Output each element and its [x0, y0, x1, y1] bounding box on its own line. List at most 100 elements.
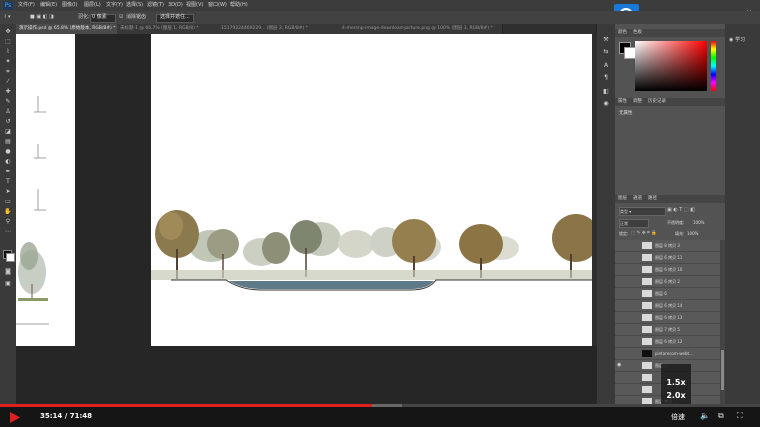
layer-row[interactable]: 图层 6 拷贝 12 [615, 336, 720, 348]
menu-select[interactable]: 选择(S) [126, 0, 143, 11]
hue-slider[interactable] [711, 41, 716, 91]
layer-row[interactable]: pintarecom-webt... [615, 348, 720, 360]
brush-tool-icon[interactable]: ✎ [4, 98, 12, 105]
layer-row[interactable]: 图层 8 拷贝 3 [615, 240, 720, 252]
screen-mode-icon[interactable]: ▣ [4, 280, 12, 287]
marquee-tool-icon[interactable]: ⬚ [4, 38, 12, 45]
menu-view[interactable]: 视图(V) [186, 0, 203, 11]
tab-swatches[interactable]: 色板 [630, 29, 645, 37]
layer-name: 图层 6 拷贝 14 [655, 303, 683, 308]
layer-row[interactable]: 图层 6 拷贝 11 [615, 252, 720, 264]
pen-tool-icon[interactable]: ✒ [4, 168, 12, 175]
fullscreen-icon[interactable]: ⛶ [737, 411, 743, 421]
feather-value: 0 像素 [92, 14, 107, 20]
speed-button[interactable]: 倍速 [671, 412, 685, 422]
speed-option-1-5x[interactable]: 1.5x [661, 376, 691, 389]
layer-thumbnail [642, 338, 652, 345]
main-document-canvas[interactable] [151, 34, 596, 346]
menu-edit[interactable]: 编辑(E) [40, 0, 57, 11]
tab-adjustments[interactable]: 调整 [630, 98, 645, 106]
tab-document-4[interactable]: 4-mersnp-image-download-picture.png @ 10… [339, 24, 503, 34]
pip-icon[interactable]: ⧉ [718, 411, 724, 421]
video-control-bar: 35:14 / 71:48 倍速 🔈 ⧉ ⛶ [0, 404, 760, 427]
layer-filter-select[interactable]: 类型 ▾ [619, 207, 666, 216]
magic-wand-icon[interactable]: ✦ [4, 58, 12, 65]
section-drawing [16, 96, 49, 325]
stamp-tool-icon[interactable]: ♙ [4, 108, 12, 115]
history-brush-icon[interactable]: ↺ [4, 118, 12, 125]
layer-row[interactable]: 图层 7 拷贝 5 [615, 324, 720, 336]
character-panel-icon[interactable]: A [602, 62, 610, 70]
lasso-tool-icon[interactable]: ⌇ [4, 48, 12, 55]
menu-type[interactable]: 文字(Y) [106, 0, 123, 11]
opacity-value[interactable]: 100% [693, 219, 704, 226]
tab-history[interactable]: 历史记录 [645, 98, 669, 106]
blend-mode-select[interactable]: 正常 [619, 219, 649, 228]
quick-mask-icon[interactable]: ◙ [4, 268, 12, 275]
layer-row[interactable]: 图层 6 拷贝 10 [615, 264, 720, 276]
menu-file[interactable]: 文件(F) [18, 0, 35, 11]
tab-channels[interactable]: 通道 [630, 195, 645, 203]
hand-tool-icon[interactable]: ✋ [4, 208, 12, 215]
toolbox: ✥ ⬚ ⌇ ✦ ⌗ ⁄ ✚ ✎ ♙ ↺ ◪ ▤ ● ◐ ✒ T ➤ ▭ ✋ ⚲ … [0, 24, 16, 404]
blur-tool-icon[interactable]: ● [4, 148, 12, 155]
tab-document-2[interactable]: 未标题-1 @ 66.7% (图层 1, RGB/8) * [117, 24, 221, 34]
more-tools-icon[interactable]: ⋯ [4, 228, 12, 235]
selection-mode-icons[interactable]: ■ ▣ ◧ ◨ [30, 11, 54, 24]
layer-name: 图层 6 拷贝 12 [655, 339, 683, 344]
tab-document-1[interactable]: 演示操作.psd @ 65.8% (原始版本, RGB/8#) * [16, 24, 120, 34]
gradient-tool-icon[interactable]: ▤ [4, 138, 12, 145]
menu-window[interactable]: 窗口(W) [208, 0, 227, 11]
playback-speed-menu: 1.5x 2.0x [661, 364, 691, 404]
adjustments-panel-icon[interactable]: ◉ [602, 100, 610, 108]
play-icon[interactable] [10, 412, 20, 423]
tab-paths[interactable]: 路径 [645, 195, 660, 203]
speed-option-2-0x[interactable]: 2.0x [661, 389, 691, 402]
shape-tool-icon[interactable]: ▭ [4, 198, 12, 205]
color-picker-field[interactable] [635, 41, 707, 91]
layers-scroll-thumb[interactable] [721, 350, 724, 390]
path-select-icon[interactable]: ➤ [4, 188, 12, 195]
tab-color[interactable]: 颜色 [615, 29, 630, 37]
menu-filter[interactable]: 滤镜(T) [147, 0, 164, 11]
crop-tool-icon[interactable]: ⌗ [4, 68, 12, 75]
layer-filter-icons[interactable]: ▣ ◐ T ⬚ ◧ [667, 207, 695, 213]
menu-layer[interactable]: 图层(L) [84, 0, 101, 11]
layer-row[interactable]: 图层 6 拷贝 13 [615, 312, 720, 324]
eye-icon[interactable]: ◉ [617, 360, 623, 371]
progress-fill[interactable] [0, 404, 372, 407]
actions-panel-icon[interactable]: ⇆ [602, 48, 610, 56]
properties-panel-tabs: 属性 调整 历史记录 [615, 98, 725, 106]
move-tool-icon[interactable]: ✥ [4, 28, 12, 35]
layer-name: 图层 6 拷贝 2 [655, 279, 680, 284]
eraser-tool-icon[interactable]: ◪ [4, 128, 12, 135]
tab-layers[interactable]: 图层 [615, 195, 630, 203]
menu-image[interactable]: 图像(I) [62, 0, 77, 11]
antialias-checkbox[interactable]: ☑ [119, 11, 123, 24]
learn-panel-tab[interactable]: ◉ 学习 [729, 36, 745, 43]
layer-row[interactable]: 图层 6 拷贝 14 [615, 300, 720, 312]
healing-brush-icon[interactable]: ✚ [4, 88, 12, 95]
left-document-canvas[interactable] [16, 34, 75, 346]
layer-row[interactable]: 图层 6 [615, 288, 720, 300]
lasso-tool-icon[interactable]: ⌇ ▾ [4, 11, 11, 24]
layer-row[interactable]: 图层 6 拷贝 2 [615, 276, 720, 288]
tab-document-3[interactable]: 15179224469229... (图层 2, RGB/8#) * [218, 24, 342, 34]
menu-3d[interactable]: 3D(D) [168, 0, 183, 11]
paragraph-panel-icon[interactable]: ¶ [602, 74, 610, 82]
type-tool-icon[interactable]: T [4, 178, 12, 185]
lock-icons[interactable]: ⬚ ✎ ✥ ⌗ 🔒 [631, 230, 657, 237]
background-color-swatch[interactable] [6, 253, 15, 262]
layer-name: 图层 7 拷贝 5 [655, 327, 680, 332]
zoom-tool-icon[interactable]: ⚲ [4, 218, 12, 225]
dodge-tool-icon[interactable]: ◐ [4, 158, 12, 165]
eyedropper-icon[interactable]: ⁄ [4, 78, 12, 85]
swatches-panel-icon[interactable]: ◧ [602, 88, 610, 96]
fill-value[interactable]: 100% [687, 230, 698, 237]
volume-icon[interactable]: 🔈 [700, 411, 710, 420]
menu-help[interactable]: 帮助(H) [230, 0, 248, 11]
tab-properties[interactable]: 属性 [615, 98, 630, 106]
menu-bar: Ps 文件(F) 编辑(E) 图像(I) 图层(L) 文字(Y) 选择(S) 滤… [0, 0, 760, 17]
history-panel-icon[interactable]: ⚒ [602, 36, 610, 44]
layer-thumbnail [642, 290, 652, 297]
